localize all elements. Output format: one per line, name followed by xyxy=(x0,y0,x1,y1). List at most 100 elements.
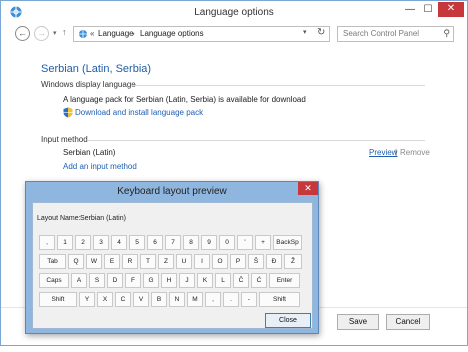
key: , xyxy=(39,235,55,250)
up-arrow-icon[interactable]: ↑ xyxy=(62,27,67,37)
breadcrumb-separator-icon: › xyxy=(132,29,135,38)
preview-link[interactable]: Preview xyxy=(369,148,397,157)
key: S xyxy=(89,273,105,288)
key: G xyxy=(143,273,159,288)
dialog-close-icon[interactable]: ✕ xyxy=(298,182,318,195)
key: ' xyxy=(237,235,253,250)
section-divider xyxy=(87,140,425,141)
layout-name-value: Serbian (Latin) xyxy=(80,215,126,222)
key: P xyxy=(230,254,246,269)
key: R xyxy=(122,254,138,269)
key: C xyxy=(115,292,131,307)
key: , xyxy=(205,292,221,307)
save-button[interactable]: Save xyxy=(337,314,379,330)
maximize-button[interactable]: ☐ xyxy=(421,3,435,17)
key: J xyxy=(179,273,195,288)
keyboard-row-1: , 1 2 3 4 5 6 7 8 9 0 ' + BackSp xyxy=(39,235,304,250)
key: K xyxy=(197,273,213,288)
key: - xyxy=(241,292,257,307)
key: V xyxy=(133,292,149,307)
key: 3 xyxy=(93,235,109,250)
key: E xyxy=(104,254,120,269)
input-method-name: Serbian (Latin) xyxy=(63,148,116,157)
input-method-heading: Input method xyxy=(41,135,88,144)
key: W xyxy=(86,254,102,269)
key: 8 xyxy=(183,235,199,250)
key: X xyxy=(97,292,113,307)
remove-link[interactable]: Remove xyxy=(400,148,430,157)
key: L xyxy=(215,273,231,288)
key: BackSp xyxy=(273,235,302,250)
recent-locations-chevron-icon[interactable]: ▾ xyxy=(53,29,57,37)
key: 0 xyxy=(219,235,235,250)
refresh-icon[interactable]: ↻ xyxy=(317,27,325,38)
key: T xyxy=(140,254,156,269)
search-placeholder: Search Control Panel xyxy=(343,29,420,38)
address-dropdown-icon[interactable]: ▾ xyxy=(303,28,307,36)
key: U xyxy=(176,254,192,269)
download-language-pack-link[interactable]: Download and install language pack xyxy=(75,108,203,117)
forward-arrow-icon[interactable]: → xyxy=(34,26,49,41)
uac-shield-icon xyxy=(63,107,73,118)
key: Q xyxy=(68,254,84,269)
breadcrumb-overflow-icon[interactable]: « xyxy=(90,29,94,38)
search-input[interactable]: Search Control Panel ⚲ xyxy=(337,26,454,42)
link-separator: | xyxy=(395,148,398,157)
cancel-button[interactable]: Cancel xyxy=(386,314,430,330)
keyboard-preview: , 1 2 3 4 5 6 7 8 9 0 ' + BackSp Tab Q W… xyxy=(37,235,310,308)
key: 2 xyxy=(75,235,91,250)
dialog-title: Keyboard layout preview xyxy=(117,186,227,197)
layout-name-label: Layout Name: xyxy=(37,215,81,222)
keyboard-row-2: Tab Q W E R T Z U I O P Š Đ Ž xyxy=(39,254,304,269)
section-divider xyxy=(131,85,425,86)
key: + xyxy=(255,235,271,250)
keyboard-row-4: Shift Y X C V B N M , . - Shift xyxy=(39,292,302,307)
key: Caps xyxy=(39,273,69,288)
key: Tab xyxy=(39,254,66,269)
keyboard-row-3: Caps A S D F G H J K L Č Ć Enter xyxy=(39,273,302,288)
language-pack-message: A language pack for Serbian (Latin, Serb… xyxy=(63,95,306,104)
key: Z xyxy=(158,254,174,269)
address-bar[interactable]: « Language › Language options ▾ ↻ xyxy=(73,26,330,42)
window-title: Language options xyxy=(194,7,274,18)
back-arrow-icon[interactable]: ← xyxy=(15,26,30,41)
key: Shift xyxy=(39,292,77,307)
dialog-body: Layout Name: Serbian (Latin) , 1 2 3 4 5… xyxy=(32,202,313,329)
window-close-button[interactable]: ✕ xyxy=(438,2,464,17)
key: Đ xyxy=(266,254,282,269)
key: 9 xyxy=(201,235,217,250)
key: 4 xyxy=(111,235,127,250)
key: Shift xyxy=(259,292,300,307)
key: Š xyxy=(248,254,264,269)
key: Enter xyxy=(269,273,300,288)
key: F xyxy=(125,273,141,288)
key: Ć xyxy=(251,273,267,288)
key: N xyxy=(169,292,185,307)
minimize-button[interactable]: — xyxy=(403,3,417,17)
search-icon[interactable]: ⚲ xyxy=(443,28,450,39)
key: M xyxy=(187,292,203,307)
key: O xyxy=(212,254,228,269)
add-input-method-link[interactable]: Add an input method xyxy=(63,162,137,171)
key: D xyxy=(107,273,123,288)
key: 1 xyxy=(57,235,73,250)
key: A xyxy=(71,273,87,288)
key: . xyxy=(223,292,239,307)
breadcrumb-language-options[interactable]: Language options xyxy=(140,29,204,38)
key: I xyxy=(194,254,210,269)
key: Č xyxy=(233,273,249,288)
key: H xyxy=(161,273,177,288)
key: Y xyxy=(79,292,95,307)
breadcrumb-language[interactable]: Language xyxy=(98,29,134,38)
dialog-close-button[interactable]: Close xyxy=(265,313,311,328)
key: B xyxy=(151,292,167,307)
key: Ž xyxy=(284,254,302,269)
control-panel-icon xyxy=(79,30,87,38)
key: 5 xyxy=(129,235,145,250)
title-bar: Language options — ☐ ✕ xyxy=(1,1,467,23)
page-title: Serbian (Latin, Serbia) xyxy=(41,63,152,75)
display-language-heading: Windows display language xyxy=(41,80,136,89)
navigation-bar: ← → ▾ ↑ « Language › Language options ▾ … xyxy=(1,23,467,45)
keyboard-layout-preview-dialog: Keyboard layout preview ✕ Layout Name: S… xyxy=(25,181,319,334)
key: 6 xyxy=(147,235,163,250)
